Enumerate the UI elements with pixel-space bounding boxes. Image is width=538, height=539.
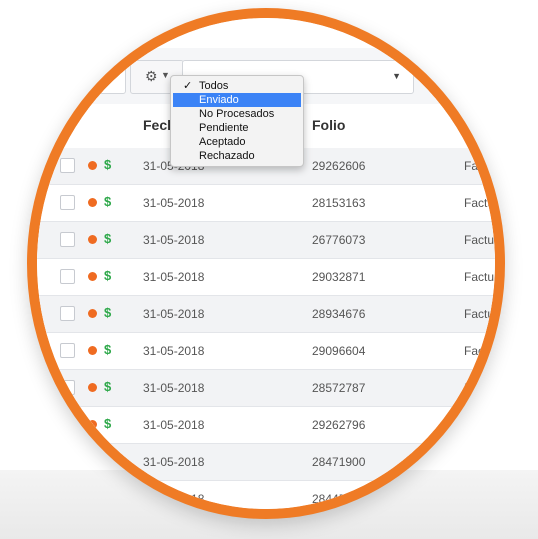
cell-tipo: Factura Electrónica [464,159,495,173]
cell-tipo: Factura Electrónica [464,344,495,358]
magnifier-ring: ⚙ ▼ ▼ Fecha Folio Tipo Docto $31-05-2018… [27,8,505,519]
filter-input-left[interactable] [40,60,126,94]
dollar-icon: $ [104,305,112,320]
cell-folio[interactable]: 28471900 [312,455,365,469]
table-row[interactable]: $31-05-2018 28934676 Factura Electrónica [37,296,495,333]
table-body: $31-05-201829262606Factura Electrónica$3… [37,148,495,509]
status-dot-icon [88,272,97,281]
chevron-down-icon: ▼ [392,71,401,81]
cell-tipo: Factura Electrónica [464,233,495,247]
row-checkbox[interactable] [60,454,75,469]
row-checkbox[interactable] [60,269,75,284]
dropdown-option[interactable]: ✓ Todos [173,79,301,93]
status-dot-icon [88,383,97,392]
cell-folio[interactable]: 29262606 [312,159,365,173]
status-dot-icon [88,457,97,466]
row-checkbox[interactable] [60,417,75,432]
dropdown-option[interactable]: Aceptado [173,135,301,149]
dropdown-option[interactable]: No Procesados [173,107,301,121]
cell-folio[interactable]: 28153163 [312,196,365,210]
status-dot-icon [88,420,97,429]
cell-folio[interactable]: 28572787 [312,381,365,395]
dropdown-option-label: Enviado [199,94,239,106]
row-checkbox[interactable] [60,343,75,358]
cell-tipo: Factura Electrónica [464,196,495,210]
header-tipo[interactable]: Tipo Docto [464,117,495,133]
cell-tipo: Factura Electrónica [464,418,495,432]
dollar-icon: $ [104,379,112,394]
cell-fecha: 31-05-2018 [143,233,205,247]
screenshot-stage: ⚙ ▼ ▼ Fecha Folio Tipo Docto $31-05-2018… [0,0,538,539]
row-checkbox[interactable] [60,195,75,210]
cell-fecha: 31-05-2018 [143,455,205,469]
cell-tipo: Factura Electrónica [464,381,495,395]
cell-fecha: 31-05-2018 [143,381,205,395]
table-row[interactable]: $31-05-2018 29032871 Factura Electrónica [37,259,495,296]
cell-fecha: 31-05-2018 [143,307,205,321]
dropdown-option-label: Todos [199,80,229,92]
cell-fecha: 31-05-2018 [143,418,205,432]
status-dropdown-menu: ✓ Todos Enviado No Procesados Pendiente Acept… [170,75,304,167]
cell-fecha: 31-05-2018 [143,196,205,210]
dropdown-option-label: Pendiente [199,122,249,134]
status-dot-icon [88,346,97,355]
row-checkbox[interactable] [60,380,75,395]
cell-folio[interactable]: 29032871 [312,270,365,284]
cell-fecha: 31-05-2018 [143,492,205,506]
dollar-icon: $ [104,157,112,172]
dollar-icon: $ [104,194,112,209]
magnifier-lens: ⚙ ▼ ▼ Fecha Folio Tipo Docto $31-05-2018… [37,18,495,509]
status-dot-icon [88,161,97,170]
cell-fecha: 31-05-2018 [143,344,205,358]
dropdown-option-label: Rechazado [199,150,255,162]
header-folio[interactable]: Folio [312,117,345,133]
dropdown-option-label: Aceptado [199,136,246,148]
dollar-icon: $ [104,453,112,468]
dollar-icon: $ [104,490,112,505]
table-row[interactable]: $31-05-2018 26776073 Factura Electrónica [37,222,495,259]
row-checkbox[interactable] [60,232,75,247]
filter-input-right[interactable] [432,60,495,94]
dollar-icon: $ [104,342,112,357]
cell-tipo: Factura Electrónica [464,455,495,469]
status-dot-icon [88,235,97,244]
table-row[interactable]: $31-05-2018 28572787 Factura Electrónica [37,370,495,407]
cell-folio[interactable]: 28934676 [312,307,365,321]
status-dot-icon [88,198,97,207]
row-checkbox[interactable] [60,491,75,506]
table-row[interactable]: $31-05-2018 29096604 Factura Electrónica [37,333,495,370]
cell-folio[interactable]: 28445887 [312,492,365,506]
cell-fecha: 31-05-2018 [143,270,205,284]
gear-icon: ⚙ [145,68,158,84]
cell-tipo: Factura Electrónica [464,307,495,321]
status-dot-icon [88,309,97,318]
table-row[interactable]: $31-05-2018 28445887 Factura Electrónica [37,481,495,509]
table-row[interactable]: $31-05-2018 29262796 Factura Electrónica [37,407,495,444]
dropdown-option[interactable]: Pendiente [173,121,301,135]
dollar-icon: $ [104,416,112,431]
dollar-icon: $ [104,268,112,283]
dropdown-option[interactable]: Rechazado [173,149,301,163]
table-row[interactable]: $31-05-2018 28153163 Factura Electrónica [37,185,495,222]
caret-down-icon: ▼ [161,70,170,80]
dropdown-option[interactable]: Enviado [173,93,301,107]
cell-tipo: Factura Electrónica [464,270,495,284]
cell-folio[interactable]: 29262796 [312,418,365,432]
cell-tipo: Factura Electrónica [464,492,495,506]
dollar-icon: $ [104,231,112,246]
status-dot-icon [88,494,97,503]
table-row[interactable]: $31-05-2018 28471900 Factura Electrónica [37,444,495,481]
cell-folio[interactable]: 26776073 [312,233,365,247]
documents-app: ⚙ ▼ ▼ Fecha Folio Tipo Docto $31-05-2018… [37,18,495,509]
row-checkbox[interactable] [60,158,75,173]
checkmark-icon: ✓ [183,80,193,92]
cell-folio[interactable]: 29096604 [312,344,365,358]
dropdown-option-label: No Procesados [199,108,275,120]
row-checkbox[interactable] [60,306,75,321]
